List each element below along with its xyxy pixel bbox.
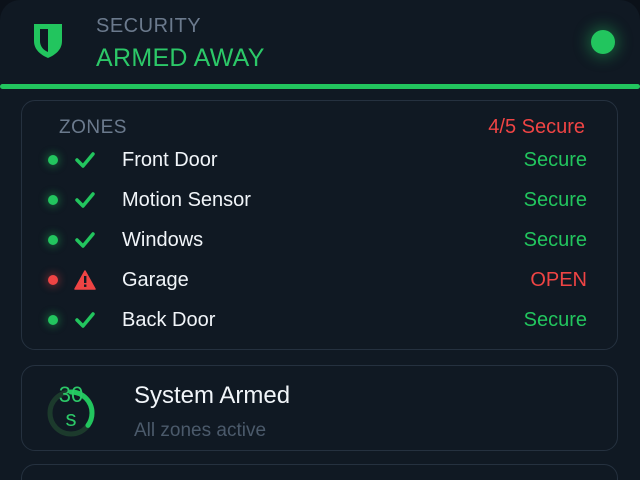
status-indicator — [591, 30, 615, 54]
zone-name: Front Door — [122, 149, 218, 171]
zone-status-dot — [48, 315, 58, 325]
zone-name: Garage — [122, 269, 189, 291]
next-card — [21, 464, 618, 480]
zones-card: ZONES 4/5 Secure Front Door Secure Motio… — [21, 100, 618, 350]
zone-row-motion-sensor[interactable]: Motion Sensor Secure — [22, 181, 619, 221]
zone-row-windows[interactable]: Windows Secure — [22, 221, 619, 261]
zone-name: Motion Sensor — [122, 189, 251, 211]
zone-state: OPEN — [530, 269, 587, 291]
zone-row-garage[interactable]: Garage OPEN — [22, 261, 619, 301]
zones-title: ZONES — [59, 117, 127, 138]
zone-status-dot — [48, 235, 58, 245]
countdown-value: 30 s — [58, 382, 84, 431]
zone-status-dot — [48, 195, 58, 205]
arm-status: ARMED AWAY — [96, 44, 265, 72]
warning-icon — [74, 270, 96, 290]
security-panel: SECURITY ARMED AWAY ZONES 4/5 Secure Fro… — [0, 0, 640, 480]
check-icon — [75, 192, 95, 208]
system-status-title: System Armed — [134, 382, 291, 409]
zone-name: Back Door — [122, 309, 216, 331]
zone-row-front-door[interactable]: Front Door Secure — [22, 141, 619, 181]
check-icon — [75, 152, 95, 168]
header-label: SECURITY — [96, 15, 202, 37]
system-armed-card[interactable]: 30 s System Armed All zones active — [21, 365, 618, 451]
zone-status-dot — [48, 155, 58, 165]
shield-icon — [34, 24, 62, 58]
zone-state: Secure — [523, 229, 587, 251]
check-icon — [75, 312, 95, 328]
zone-state: Secure — [523, 149, 587, 171]
check-icon — [75, 232, 95, 248]
zone-status-dot — [48, 275, 58, 285]
status-accent-bar — [0, 84, 640, 89]
zone-name: Windows — [122, 229, 204, 251]
zone-row-back-door[interactable]: Back Door Secure — [22, 301, 619, 341]
zone-state: Secure — [523, 309, 587, 331]
security-header: SECURITY ARMED AWAY — [0, 0, 640, 89]
countdown-timer: 30 s — [46, 383, 96, 431]
system-status-subtitle: All zones active — [134, 420, 267, 441]
zones-summary: 4/5 Secure — [488, 116, 585, 138]
zone-state: Secure — [523, 189, 587, 211]
